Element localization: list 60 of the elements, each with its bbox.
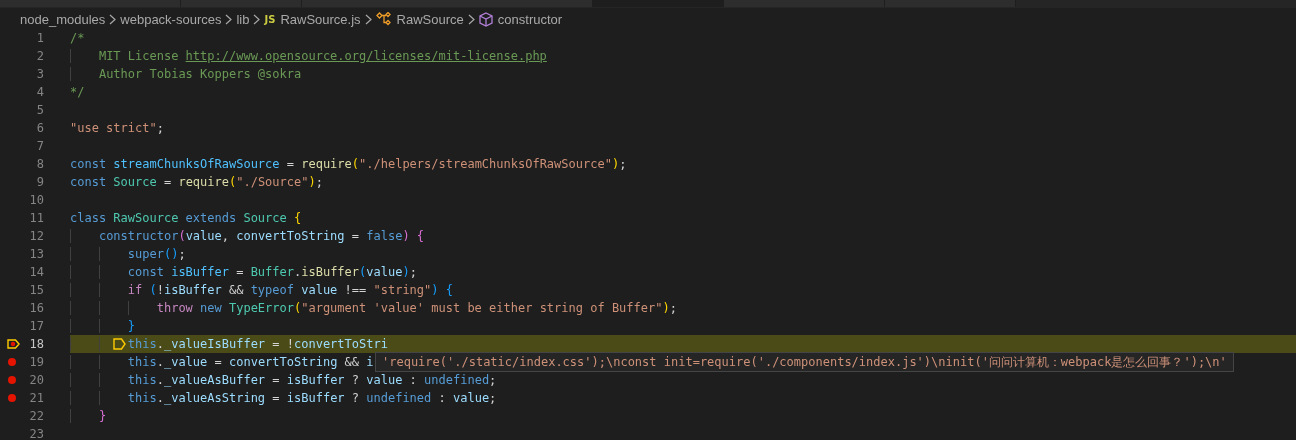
line-number: 17 (28, 318, 44, 335)
chevron-icon (467, 13, 475, 25)
line-number: 6 (35, 120, 44, 137)
chevron-icon (225, 13, 233, 25)
code-line: "use strict"; (70, 121, 164, 135)
code-line: /* (70, 31, 85, 45)
file-type-icon: JS (264, 13, 276, 25)
line-number: 15 (28, 282, 44, 299)
code-line: const Source = require("./Source"); (70, 175, 323, 189)
line-number: 23 (28, 426, 44, 440)
code-line: */ (70, 85, 85, 99)
breadcrumb-item[interactable]: webpack-sources (120, 11, 222, 27)
line-number: 8 (35, 156, 44, 173)
line-number: 9 (35, 174, 44, 191)
stack-frame-icon (113, 338, 126, 350)
code-line: const streamChunksOfRawSource = require("./helpers/streamChunksOfRawSource"); (70, 157, 627, 171)
code-line: Author Tobias Koppers @sokra (70, 67, 302, 81)
code-line: } (70, 409, 107, 423)
code-line: if (!isBuffer && typeof value !== "string") { (70, 283, 453, 297)
link[interactable]: http://www.opensource.org/licenses/mit-license.php (185, 49, 547, 63)
line-number: 13 (28, 246, 44, 263)
code-line: class RawSource extends Source { (70, 211, 302, 225)
code-line: this._value = convertToString && i (70, 355, 374, 369)
line-number: 22 (28, 408, 44, 425)
chevron-icon (364, 13, 372, 25)
line-number: 1 (35, 30, 44, 47)
code-line: throw new TypeError("argument 'value' must be either string of Buffer"); (70, 301, 677, 315)
line-number: 16 (28, 300, 44, 317)
line-number: 3 (35, 66, 44, 83)
line-number: 10 (28, 192, 44, 209)
code-line: this._valueIsBuffer = !convertToStri (70, 337, 388, 351)
line-number: 5 (35, 102, 44, 119)
code-line: MIT License http://www.opensource.org/licenses/mit-license.php (70, 49, 547, 63)
hover-tooltip: 'require('./static/index.css');\nconst init=require('./components/index.js')\ninit('问问计算机：webpack是怎么回事？');\n' (375, 352, 1234, 372)
cube-icon (478, 11, 493, 27)
code-line: } (70, 319, 136, 333)
chevron-icon (109, 13, 117, 25)
line-number: 11 (28, 210, 44, 227)
line-number: 20 (28, 372, 44, 389)
code-line: const isBuffer = Buffer.isBuffer(value); (70, 265, 417, 279)
line-number: 7 (35, 138, 44, 155)
breadcrumb-item[interactable]: RawSource (375, 11, 464, 27)
code-line: constructor(value, convertToString = false) { (70, 229, 425, 243)
breadcrumb-item[interactable]: node_modules (20, 11, 106, 27)
chevron-icon (253, 13, 261, 25)
line-number: 4 (35, 84, 44, 101)
line-number: 14 (28, 264, 44, 281)
breakpoint-icon[interactable] (7, 339, 20, 349)
line-number: 19 (28, 354, 44, 371)
code-line: this._valueAsBuffer = isBuffer ? value : undefined; (70, 373, 497, 387)
line-number: 12 (28, 228, 44, 245)
code-line: this._valueAsString = isBuffer ? undefined : value; (70, 391, 497, 405)
breadcrumb-item[interactable]: lib (236, 11, 250, 27)
class-icon (375, 12, 392, 26)
line-number: 18 (28, 336, 44, 353)
line-number: 21 (28, 390, 44, 407)
line-number: 2 (35, 48, 44, 65)
breadcrumb-item[interactable]: JS RawSource.js (264, 11, 361, 27)
breadcrumb-item[interactable]: constructor (478, 11, 563, 27)
code-line: super(); (70, 247, 186, 261)
